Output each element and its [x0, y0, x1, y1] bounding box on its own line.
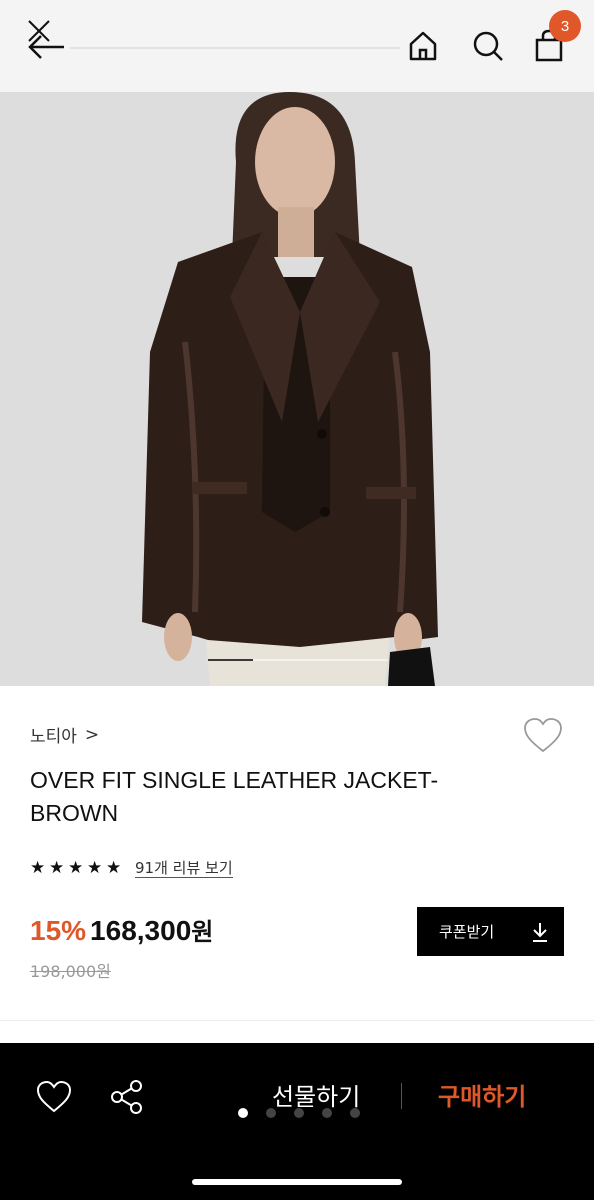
arrow-left-icon[interactable]	[24, 30, 68, 64]
rating-row: ★ ★ ★ ★ ★ 91개 리뷰 보기	[30, 858, 233, 878]
star-rating: ★ ★ ★ ★ ★	[30, 858, 125, 878]
product-title: OVER FIT SINGLE LEATHER JACKET-BROWN	[30, 767, 439, 826]
coupon-label: 쿠폰받기	[439, 923, 495, 941]
star-icon: ★	[106, 858, 122, 878]
model-photo	[0, 92, 594, 686]
bottom-action-bar: 선물하기 구매하기	[0, 1043, 594, 1200]
price-unit: 원	[191, 918, 214, 946]
coupon-button[interactable]: 쿠폰받기	[417, 907, 564, 956]
progress-line	[70, 47, 400, 49]
heart-outline-icon[interactable]	[522, 716, 564, 756]
pager-dots	[238, 1108, 378, 1118]
search-icon[interactable]	[468, 26, 508, 66]
slide-indicator-thumb	[208, 659, 253, 661]
pager-dot	[238, 1108, 248, 1118]
pager-dot	[350, 1108, 360, 1118]
buy-button[interactable]: 구매하기	[438, 1077, 526, 1112]
pager-dot	[266, 1108, 276, 1118]
brand-name: 노티아	[30, 727, 77, 747]
review-link[interactable]: 91개 리뷰 보기	[135, 859, 233, 878]
brand-link[interactable]: 노티아 >	[30, 722, 100, 748]
home-icon[interactable]	[403, 26, 443, 66]
top-nav-bar: 3	[0, 0, 594, 92]
heart-icon[interactable]	[36, 1080, 72, 1114]
product-image[interactable]	[0, 92, 594, 686]
original-price: 198,000원	[30, 962, 111, 981]
discount-rate: 15%	[30, 915, 87, 946]
download-icon	[533, 923, 547, 942]
star-icon: ★	[68, 858, 84, 878]
star-icon: ★	[30, 858, 46, 878]
cart-count-badge: 3	[549, 10, 581, 42]
star-icon: ★	[49, 858, 65, 878]
chevron-right-icon: >	[84, 724, 100, 745]
button-separator	[401, 1083, 402, 1109]
pager-dot	[322, 1108, 332, 1118]
sale-price: 168,300	[90, 915, 192, 946]
image-slide-indicator	[208, 659, 388, 661]
share-icon[interactable]	[108, 1078, 146, 1116]
star-icon: ★	[87, 858, 103, 878]
price-row: 15% 168,300 원	[30, 912, 213, 947]
pager-dot	[294, 1108, 304, 1118]
section-divider	[0, 1020, 594, 1021]
gift-button[interactable]: 선물하기	[272, 1077, 360, 1112]
home-indicator	[192, 1179, 402, 1185]
